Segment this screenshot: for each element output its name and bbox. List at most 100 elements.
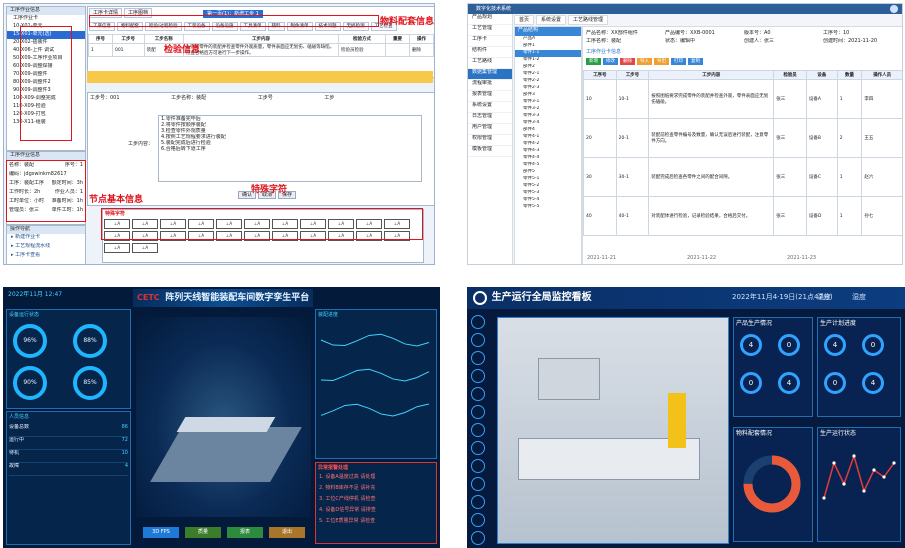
avatar[interactable] xyxy=(890,5,898,13)
dash-button[interactable]: 报表 xyxy=(227,527,263,538)
side-nav-icon[interactable] xyxy=(471,351,485,365)
table-row[interactable]: 20 20-1 装配前检查零件编号及数量，确认无误后进行装配，注意零件方向。 张三 设备… xyxy=(583,118,902,159)
action-button[interactable]: 修改 xyxy=(603,58,618,66)
action-button[interactable]: 复制 xyxy=(688,58,703,66)
product-tree-item[interactable]: 部件1 xyxy=(515,43,581,50)
nav-item[interactable]: ▸ 新建作业卡 xyxy=(7,234,85,243)
product-tree-item[interactable]: 零件2-1 xyxy=(515,71,581,78)
alert-item[interactable]: 1. 设备A温度过高 请处理 xyxy=(316,473,436,484)
date-text: 2021-11-21 xyxy=(587,255,617,261)
special-char-symbol[interactable]: ⊥A xyxy=(132,243,158,253)
sidebar-item[interactable]: 日志管理 xyxy=(468,113,512,124)
side-nav-icon[interactable] xyxy=(471,477,485,491)
sidebar-item[interactable]: 工艺路线 xyxy=(468,58,512,69)
step-type: 工步 xyxy=(324,95,335,101)
nav-item[interactable]: ▸ 工序卡查看 xyxy=(7,252,85,261)
side-nav-icon[interactable] xyxy=(471,513,485,527)
dash-button[interactable]: 质量 xyxy=(185,527,221,538)
sidebar-item[interactable]: 结构件 xyxy=(468,47,512,58)
side-nav-icon[interactable] xyxy=(471,423,485,437)
sidebar-item[interactable]: 用户管理 xyxy=(468,124,512,135)
grid-cell[interactable]: 删除 xyxy=(408,43,434,58)
progress-line xyxy=(320,403,430,417)
product-tree-item[interactable]: 零件3-1 xyxy=(515,99,581,106)
action-button[interactable]: 导入 xyxy=(637,58,652,66)
alert-item[interactable]: 5. 工位E质量异常 请检查 xyxy=(316,517,436,528)
product-tree-item[interactable]: 部件5 xyxy=(515,169,581,176)
section-title: 工序作业卡信息 xyxy=(586,49,622,55)
product-tree-item[interactable]: 零件3-2 xyxy=(515,106,581,113)
table-row[interactable]: 30 30-1 装配完成后检查各零件之间的配合间隙。 张三 设备C 1 赵六 xyxy=(583,157,902,198)
table-cell: 30-1 xyxy=(615,157,650,198)
product-tree-item[interactable]: 零件1-1 xyxy=(515,50,581,57)
product-tree-item[interactable]: 零件4-1 xyxy=(515,134,581,141)
side-nav-icon[interactable] xyxy=(471,387,485,401)
product-tree-item[interactable]: 零件2-2 xyxy=(515,78,581,85)
product-tree-item[interactable]: 零件5-3 xyxy=(515,190,581,197)
sidebar-item[interactable]: 模板管理 xyxy=(468,146,512,157)
alert-item[interactable]: 3. 工位C产线停机 请检查 xyxy=(316,495,436,506)
dash-button[interactable]: 3D FPS xyxy=(143,527,179,538)
sidebar-item[interactable]: 报表管理 xyxy=(468,91,512,102)
table-row[interactable]: 40 40-1 对装配体进行检验，记录检验结果，合格后交付。 张三 设备D 1 孙七 xyxy=(583,196,902,237)
product-tree-item[interactable]: 部件3 xyxy=(515,92,581,99)
side-nav-icon[interactable] xyxy=(471,459,485,473)
product-tree-item[interactable]: 产品A xyxy=(515,36,581,43)
step-no: 工步号 xyxy=(257,95,273,101)
p3-title: 阵列天线智能装配车间数字孪生平台 xyxy=(165,293,310,303)
product-tree-item[interactable]: 零件4-5 xyxy=(515,162,581,169)
field: 工序号：10 xyxy=(823,30,850,36)
workshop-3d-view[interactable] xyxy=(497,317,729,544)
product-tree-item[interactable]: 零件4-4 xyxy=(515,155,581,162)
p2-tab[interactable]: 首页 xyxy=(514,15,535,25)
sidebar-item[interactable]: 权限管理 xyxy=(468,135,512,146)
alert-item[interactable]: 2. 物料B库存不足 请补充 xyxy=(316,484,436,495)
p2-tab[interactable]: 工艺路线管理 xyxy=(568,15,609,25)
product-tree-item[interactable]: 部件2 xyxy=(515,64,581,71)
factory-3d-view[interactable] xyxy=(136,317,311,517)
side-nav-icon[interactable] xyxy=(471,495,485,509)
alert-item[interactable]: 4. 设备D信号异常 请排查 xyxy=(316,506,436,517)
dash-button[interactable]: 退出 xyxy=(269,527,305,538)
side-nav-icon[interactable] xyxy=(471,441,485,455)
table-cell: 张三 xyxy=(773,157,807,198)
sidebar-item[interactable]: 工艺管理 xyxy=(468,25,512,36)
table-row[interactable]: 10 10-1 按照图纸要求完成零件的装配并检查外观，零件表面应无划伤磕碰。 张三 设备… xyxy=(583,79,902,120)
field: 创建人：张三 xyxy=(744,38,775,44)
p2-tab[interactable]: 系统设置 xyxy=(536,15,567,25)
product-tree-item[interactable]: 部件4 xyxy=(515,127,581,134)
side-nav-icon[interactable] xyxy=(471,315,485,329)
action-button[interactable]: 删除 xyxy=(620,58,635,66)
product-tree-item[interactable]: 零件5-5 xyxy=(515,204,581,211)
nav-item[interactable]: ▸ 工艺规程流水线 xyxy=(7,243,85,252)
product-tree-item[interactable]: 零件3-4 xyxy=(515,120,581,127)
side-nav-icon[interactable] xyxy=(471,531,485,545)
sidebar-item[interactable]: 流程审批 xyxy=(468,80,512,91)
table-cell: 1 xyxy=(836,157,863,198)
product-tree-item[interactable]: 零件5-1 xyxy=(515,176,581,183)
sidebar-item[interactable]: 产品规划 xyxy=(468,14,512,25)
metric-ring: 4 xyxy=(778,372,800,394)
side-nav-icon[interactable] xyxy=(471,369,485,383)
sidebar-item[interactable]: 数据集管理 xyxy=(468,69,512,80)
product-tree-item[interactable]: 零件4-2 xyxy=(515,141,581,148)
side-nav-icon[interactable] xyxy=(471,333,485,347)
step-content-textarea[interactable]: 1.零件准备完毕后 2.将零件按顺序装配 3.检查零件外观质量 4.按照工艺规程要求进… xyxy=(158,115,422,182)
special-char-symbol[interactable]: ⊥A xyxy=(104,243,130,253)
action-button[interactable]: 打印 xyxy=(671,58,686,66)
product-tree-item[interactable]: 零件1-2 xyxy=(515,57,581,64)
table-cell: 设备D xyxy=(805,196,838,237)
action-button[interactable]: 导出 xyxy=(654,58,669,66)
product-tree-item[interactable]: 零件5-2 xyxy=(515,183,581,190)
tree-item[interactable]: 工序作业卡 xyxy=(7,15,85,23)
grid-header: 工步号 xyxy=(111,34,145,45)
action-button[interactable]: 新增 xyxy=(586,58,601,66)
sidebar-item[interactable]: 系统设置 xyxy=(468,102,512,113)
product-tree-item[interactable]: 零件3-3 xyxy=(515,113,581,120)
sidebar-item[interactable]: 工序卡 xyxy=(468,36,512,47)
side-nav-icon[interactable] xyxy=(471,405,485,419)
product-tree-item[interactable]: 零件4-3 xyxy=(515,148,581,155)
progress-ring: 96% xyxy=(13,324,47,358)
product-tree-item[interactable]: 零件2-3 xyxy=(515,85,581,92)
product-tree-item[interactable]: 零件5-4 xyxy=(515,197,581,204)
